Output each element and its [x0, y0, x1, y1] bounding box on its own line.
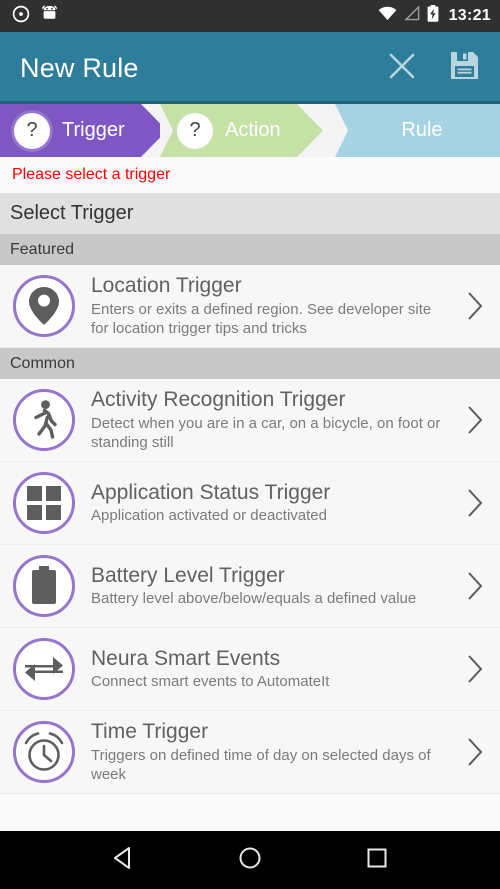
list-item-text: Battery Level Trigger Battery level abov…: [75, 563, 458, 609]
list-item-time-trigger[interactable]: Time Trigger Triggers on defined time of…: [0, 711, 500, 794]
app-toolbar: New Rule: [0, 32, 500, 104]
wizard-steps: ? Trigger ? Action Rule: [0, 104, 500, 157]
status-bar-clock: 13:21: [448, 7, 491, 24]
alarm-dot-icon: [12, 5, 30, 28]
tab-trigger-badge: ?: [14, 112, 50, 149]
list-item-location-trigger[interactable]: Location Trigger Enters or exits a defin…: [0, 265, 500, 348]
list-item-description: Enters or exits a defined region. See de…: [91, 301, 432, 337]
tab-trigger[interactable]: ? Trigger: [0, 104, 167, 157]
system-navigation-bar: [0, 831, 500, 889]
recents-square-icon: [364, 845, 390, 876]
close-icon: [386, 50, 418, 87]
list-item-title: Activity Recognition Trigger: [91, 388, 346, 412]
section-header-common: Common: [0, 348, 500, 379]
status-bar-left-icons: [12, 5, 58, 28]
nav-home-button[interactable]: [226, 836, 274, 884]
save-button[interactable]: [444, 48, 484, 88]
list-item-title: Neura Smart Events: [91, 646, 281, 670]
tab-rule[interactable]: Rule: [335, 104, 500, 157]
app-screen: 13:21 New Rule ? Trigger ? Action Rule P…: [0, 0, 500, 889]
tab-action-notch-icon: [160, 104, 173, 157]
tab-rule-notch-icon: [335, 104, 348, 157]
validation-error-text: Please select a trigger: [12, 166, 171, 183]
wifi-icon: [378, 6, 397, 26]
list-item-title: Battery Level Trigger: [91, 563, 285, 587]
tab-rule-label: Rule: [401, 119, 443, 141]
validation-error-row: Please select a trigger: [0, 157, 500, 193]
apps-grid-icon: [13, 472, 75, 534]
close-button[interactable]: [382, 48, 422, 88]
page-title: New Rule: [20, 52, 139, 83]
list-item-title: Location Trigger: [91, 274, 242, 298]
list-item-neura-smart-events[interactable]: Neura Smart Events Connect smart events …: [0, 628, 500, 711]
back-triangle-icon: [110, 845, 136, 876]
chevron-right-icon: [458, 736, 492, 768]
status-bar: 13:21: [0, 0, 500, 32]
list-item-title: Application Status Trigger: [91, 480, 331, 504]
battery-icon: [13, 555, 75, 617]
list-item-activity-recognition-trigger[interactable]: Activity Recognition Trigger Detect when…: [0, 379, 500, 462]
two-way-arrows-icon: [13, 638, 75, 700]
list-header: Select Trigger: [0, 193, 500, 234]
list-item-battery-level-trigger[interactable]: Battery Level Trigger Battery level abov…: [0, 545, 500, 628]
list-item-text: Activity Recognition Trigger Detect when…: [75, 387, 458, 452]
chevron-right-icon: [458, 487, 492, 519]
list-item-text: Application Status Trigger Application a…: [75, 480, 458, 526]
list-item-description: Connect smart events to AutomateIt: [91, 673, 330, 691]
status-bar-right-icons: 13:21: [378, 5, 491, 27]
home-circle-icon: [237, 845, 263, 876]
list-item-text: Location Trigger Enters or exits a defin…: [75, 273, 458, 338]
list-item-title: Time Trigger: [91, 720, 209, 744]
list-item-description: Triggers on defined time of day on selec…: [91, 747, 431, 783]
trigger-list: Select Trigger Featured Location Trigger…: [0, 193, 500, 831]
walking-person-icon: [13, 389, 75, 451]
list-item-application-status-trigger[interactable]: Application Status Trigger Application a…: [0, 462, 500, 545]
battery-charging-icon: [427, 5, 439, 27]
chevron-right-icon: [458, 570, 492, 602]
list-item-description: Battery level above/below/equals a defin…: [91, 590, 417, 608]
android-robot-icon: [41, 5, 58, 28]
toolbar-actions: [382, 48, 484, 88]
map-pin-icon: [13, 275, 75, 337]
tab-trigger-label: Trigger: [62, 119, 125, 141]
list-item-description: Application activated or deactivated: [91, 507, 327, 525]
chevron-right-icon: [458, 653, 492, 685]
tab-action-chevron-icon: [296, 104, 323, 157]
chevron-right-icon: [458, 290, 492, 322]
tab-action-badge: ?: [177, 112, 213, 149]
nav-recents-button[interactable]: [353, 836, 401, 884]
cellular-signal-icon: [403, 5, 420, 26]
nav-back-button[interactable]: [99, 836, 147, 884]
chevron-right-icon: [458, 404, 492, 436]
tab-action-label: Action: [225, 119, 281, 141]
tab-action[interactable]: ? Action: [160, 104, 335, 157]
list-item-text: Neura Smart Events Connect smart events …: [75, 646, 458, 692]
save-floppy-icon: [449, 50, 480, 86]
list-item-description: Detect when you are in a car, on a bicyc…: [91, 415, 441, 451]
section-header-featured: Featured: [0, 234, 500, 265]
alarm-clock-icon: [13, 721, 75, 783]
list-item-text: Time Trigger Triggers on defined time of…: [75, 719, 458, 784]
